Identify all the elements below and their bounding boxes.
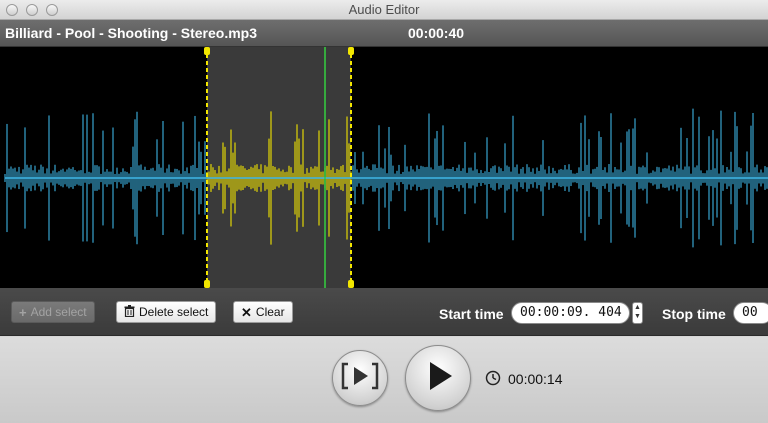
title-bar: Audio Editor — [0, 0, 768, 20]
waveform-canvas[interactable] — [0, 47, 768, 288]
clear-label: Clear — [255, 305, 285, 319]
window-title: Audio Editor — [348, 2, 420, 17]
play-selection-button[interactable] — [332, 350, 388, 406]
delete-select-label: Delete select — [139, 305, 209, 319]
selection-toolbar: + Add select Delete select ✕ Clear Start… — [0, 288, 768, 336]
start-time-field[interactable]: 00:00:09. 404 — [511, 302, 630, 324]
file-header: Billiard - Pool - Shooting - Stereo.mp3 … — [0, 20, 768, 47]
x-icon: ✕ — [241, 304, 252, 320]
start-time-label: Start time — [439, 306, 504, 322]
trash-icon — [124, 304, 135, 320]
selection-end-handle-bottom[interactable] — [348, 280, 354, 288]
play-icon — [421, 359, 455, 398]
stop-time-field[interactable]: 00 — [733, 302, 768, 324]
add-select-label: Add select — [30, 305, 87, 319]
current-time: 00:00:14 — [508, 371, 563, 387]
stop-time-label: Stop time — [662, 306, 726, 322]
start-time-stepper[interactable]: ▲ ▼ — [632, 302, 643, 324]
stepper-up-icon[interactable]: ▲ — [633, 303, 642, 312]
waveform-bars — [4, 108, 768, 248]
waveform-view[interactable] — [0, 47, 768, 288]
selection-start-handle-bottom[interactable] — [204, 280, 210, 288]
play-button[interactable] — [405, 345, 471, 411]
selection-start-handle-top[interactable] — [204, 47, 210, 55]
stepper-down-icon[interactable]: ▼ — [633, 312, 642, 321]
clear-button[interactable]: ✕ Clear — [233, 301, 293, 323]
plus-icon: + — [19, 304, 27, 320]
play-selection-icon — [340, 362, 380, 395]
selection-end-handle-top[interactable] — [348, 47, 354, 55]
clock-icon — [485, 370, 501, 391]
add-select-button[interactable]: + Add select — [11, 301, 95, 323]
total-duration: 00:00:40 — [408, 25, 465, 41]
playback-bar: 00:00:14 — [0, 337, 768, 423]
delete-select-button[interactable]: Delete select — [116, 301, 217, 323]
file-name: Billiard - Pool - Shooting - Stereo.mp3 — [5, 25, 258, 41]
